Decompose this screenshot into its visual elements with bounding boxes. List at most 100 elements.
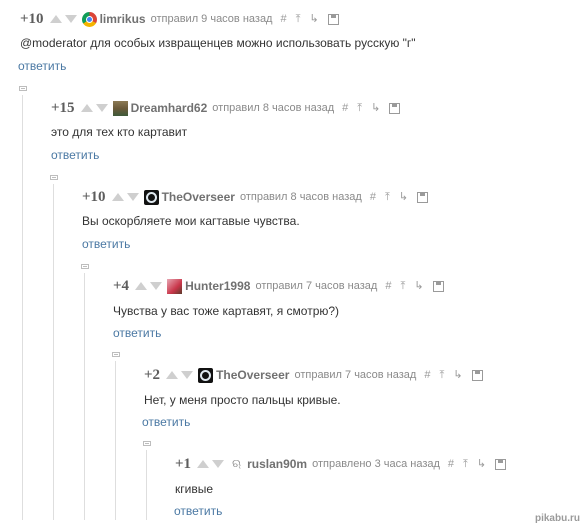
save-icon[interactable] <box>327 13 339 25</box>
comment-rating: +10 <box>82 188 106 205</box>
vote-arrows <box>197 460 225 468</box>
comment-text: Чувства у вас тоже картавят, я смотрю?) <box>113 304 340 318</box>
reply-arrow-icon[interactable]: ↳ <box>309 13 318 25</box>
pin-up-icon[interactable]: ⤒ <box>357 102 362 114</box>
downvote-icon[interactable] <box>64 15 77 23</box>
hash-icon[interactable]: # <box>448 458 454 470</box>
collapse-toggle[interactable] <box>112 352 120 357</box>
comment-timestamp: отправлено 3 часа назад <box>312 458 440 470</box>
comment-rating: +15 <box>51 99 75 116</box>
reply-link[interactable]: ответить <box>113 326 161 340</box>
comment-timestamp: отправил 8 часов назад <box>212 102 335 114</box>
hash-icon[interactable]: # <box>280 13 286 25</box>
thread-line <box>115 361 116 520</box>
pin-up-icon[interactable]: ⤒ <box>439 369 444 381</box>
comment-header: +1 ଋ ruslan90m отправлено 3 часа назад #… <box>175 455 507 473</box>
comment-timestamp: отправил 8 часов назад <box>239 191 362 203</box>
collapse-toggle[interactable] <box>81 264 89 269</box>
reply-arrow-icon[interactable]: ↳ <box>399 191 408 203</box>
landscape-avatar[interactable] <box>112 100 128 116</box>
hash-icon[interactable]: # <box>424 369 430 381</box>
vote-arrows <box>135 282 163 290</box>
comment-actions: # ⤒ ↳ <box>385 280 444 292</box>
comment-text: @moderator для особых извращенцев можно … <box>20 36 416 50</box>
vote-arrows <box>80 104 108 112</box>
vote-arrows <box>166 371 194 379</box>
comment-rating: +4 <box>113 277 130 294</box>
comment-header: +10 TheOverseer отправил 8 часов назад #… <box>82 188 429 206</box>
downvote-icon[interactable] <box>126 193 139 201</box>
reply-arrow-icon[interactable]: ↳ <box>453 369 462 381</box>
downvote-icon[interactable] <box>95 104 108 112</box>
comment-timestamp: отправил 7 часов назад <box>294 369 417 381</box>
downvote-icon[interactable] <box>150 282 163 290</box>
comment-header: +4 Hunter1998 отправил 7 часов назад # ⤒… <box>113 277 444 295</box>
comment-actions: # ⤒ ↳ <box>370 191 429 203</box>
collapse-toggle[interactable] <box>19 86 27 91</box>
reply-arrow-icon[interactable]: ↳ <box>371 102 380 114</box>
comment-rating: +1 <box>175 455 192 472</box>
comment-header: +2 TheOverseer отправил 7 часов назад # … <box>144 366 483 384</box>
vote-arrows <box>111 193 139 201</box>
comment-username[interactable]: Dreamhard62 <box>131 101 208 115</box>
comment-text: это для тех кто картавит <box>51 125 188 139</box>
upvote-icon[interactable] <box>49 15 62 23</box>
comment-username[interactable]: limrikus <box>100 12 146 26</box>
reply-link[interactable]: ответить <box>18 59 66 73</box>
comment-actions: # ⤒ ↳ <box>448 458 507 470</box>
upvote-icon[interactable] <box>111 193 124 201</box>
save-icon[interactable] <box>471 369 483 381</box>
comment-actions: # ⤒ ↳ <box>342 102 401 114</box>
comment-actions: # ⤒ ↳ <box>280 13 339 25</box>
headphones-avatar[interactable]: ଋ <box>229 457 244 472</box>
upvote-icon[interactable] <box>135 282 148 290</box>
upvote-icon[interactable] <box>166 371 179 379</box>
hash-icon[interactable]: # <box>370 191 376 203</box>
dark-circle-avatar[interactable] <box>198 367 214 383</box>
thread-line <box>84 273 85 520</box>
save-icon[interactable] <box>389 102 401 114</box>
reply-arrow-icon[interactable]: ↳ <box>477 458 486 470</box>
pin-up-icon[interactable]: ⤒ <box>385 191 390 203</box>
downvote-icon[interactable] <box>212 460 225 468</box>
upvote-icon[interactable] <box>197 460 210 468</box>
comment-text: Вы оскорбляете мои кагтавые чувства. <box>82 214 300 228</box>
reply-link[interactable]: ответить <box>174 504 222 518</box>
reply-link[interactable]: ответить <box>142 415 190 429</box>
vote-arrows <box>49 15 77 23</box>
dark-circle-avatar[interactable] <box>143 189 159 205</box>
reply-link[interactable]: ответить <box>51 148 99 162</box>
anime-avatar[interactable] <box>167 278 183 294</box>
reply-link[interactable]: ответить <box>82 237 130 251</box>
upvote-icon[interactable] <box>80 104 93 112</box>
comment-username[interactable]: TheOverseer <box>216 368 289 382</box>
pin-up-icon[interactable]: ⤒ <box>296 13 301 25</box>
comment-rating: +2 <box>144 366 161 383</box>
hash-icon[interactable]: # <box>342 102 348 114</box>
save-icon[interactable] <box>417 191 429 203</box>
comment-actions: # ⤒ ↳ <box>424 369 483 381</box>
hash-icon[interactable]: # <box>385 280 391 292</box>
collapse-toggle[interactable] <box>50 175 58 180</box>
pin-up-icon[interactable]: ⤒ <box>400 280 405 292</box>
comment-text: Нет, у меня просто пальцы кривые. <box>144 393 341 407</box>
comment-timestamp: отправил 7 часов назад <box>255 280 378 292</box>
comment-username[interactable]: ruslan90m <box>247 457 307 471</box>
save-icon[interactable] <box>432 280 444 292</box>
reply-arrow-icon[interactable]: ↳ <box>414 280 423 292</box>
comment-header: +10 limrikus отправил 9 часов назад # ⤒ … <box>20 10 339 28</box>
comment-username[interactable]: TheOverseer <box>162 190 235 204</box>
downvote-icon[interactable] <box>181 371 194 379</box>
thread-line <box>146 450 147 520</box>
chrome-logo-avatar[interactable] <box>81 11 97 27</box>
pin-up-icon[interactable]: ⤒ <box>463 458 468 470</box>
comment-rating: +10 <box>20 10 44 27</box>
collapse-toggle[interactable] <box>143 441 151 446</box>
thread-line <box>53 184 54 520</box>
comment-timestamp: отправил 9 часов назад <box>150 13 273 25</box>
comment-username[interactable]: Hunter1998 <box>185 279 250 293</box>
save-icon[interactable] <box>495 458 507 470</box>
thread-line <box>22 95 23 520</box>
site-watermark: pikabu.ru <box>534 513 580 524</box>
comment-text: кгивые <box>175 482 214 496</box>
